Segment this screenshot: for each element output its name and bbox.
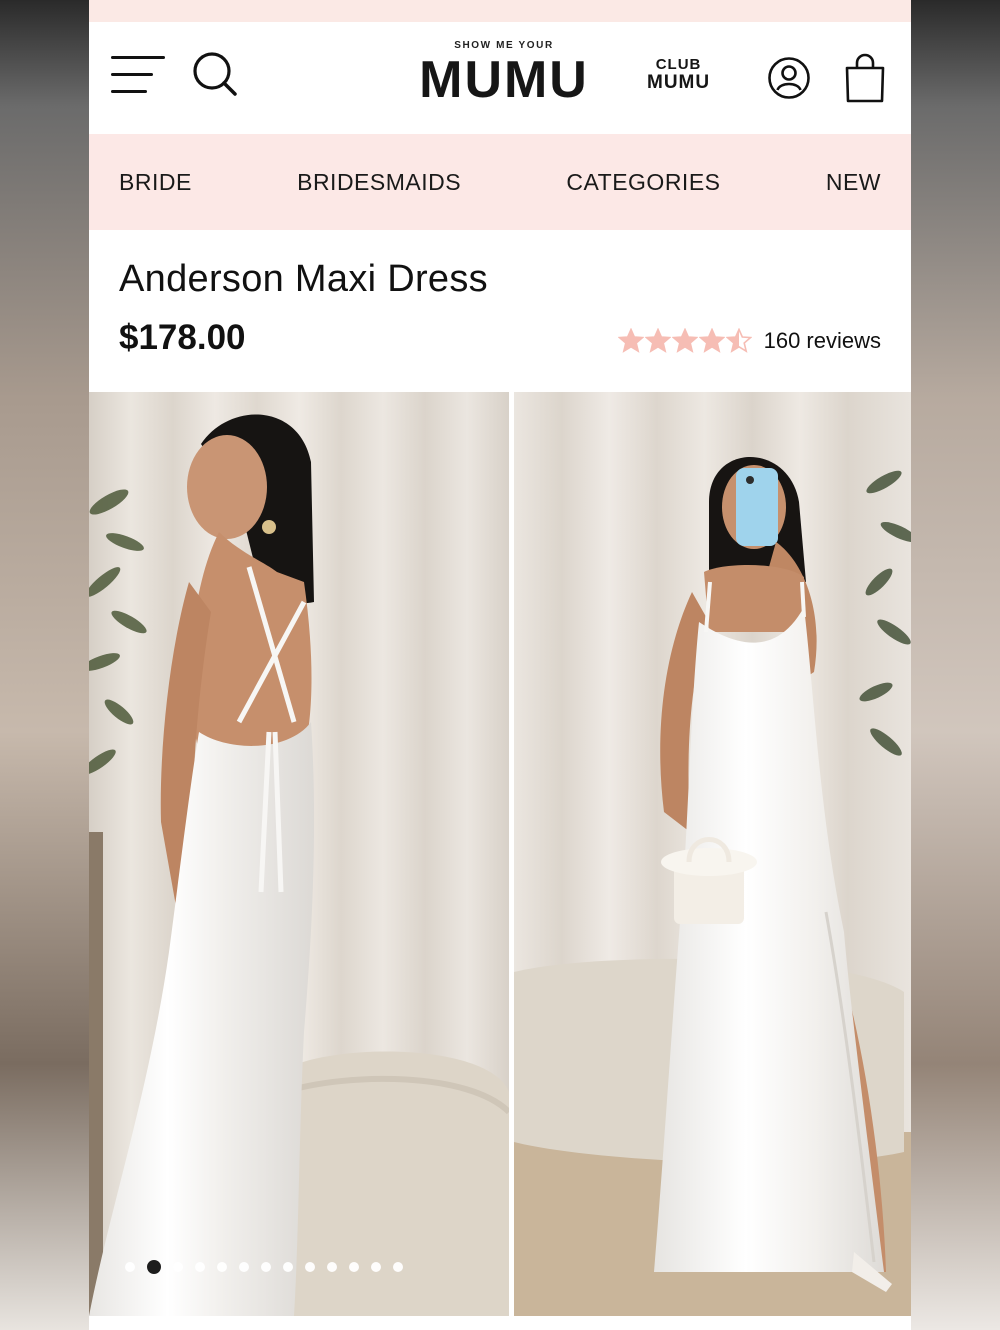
gallery-dot[interactable] bbox=[371, 1262, 381, 1272]
brand-tagline: SHOW ME YOUR bbox=[454, 40, 554, 51]
gallery-dot[interactable] bbox=[327, 1262, 337, 1272]
star-icon bbox=[698, 328, 725, 353]
nav-item-categories[interactable]: CATEGORIES bbox=[566, 169, 720, 196]
top-banner-strip bbox=[89, 0, 911, 22]
gallery-dot[interactable] bbox=[173, 1262, 183, 1272]
product-info: Anderson Maxi Dress $178.00 160 reviews bbox=[89, 230, 911, 392]
star-icon bbox=[617, 328, 644, 353]
star-icon bbox=[671, 328, 698, 353]
model-front-mirror-selfie-image[interactable] bbox=[514, 392, 911, 1316]
site-header: SHOW ME YOUR MUMU CLUB MUMU bbox=[89, 22, 911, 134]
star-icon bbox=[644, 328, 671, 353]
rating-stars bbox=[617, 328, 752, 354]
background-blur-right bbox=[911, 0, 1000, 1330]
gallery-dot[interactable] bbox=[305, 1262, 315, 1272]
gallery-dot[interactable] bbox=[349, 1262, 359, 1272]
gallery-dot[interactable] bbox=[147, 1260, 161, 1274]
gallery-dot[interactable] bbox=[283, 1262, 293, 1272]
mobile-page: SHOW ME YOUR MUMU CLUB MUMU BRIDE BRIDES… bbox=[89, 0, 911, 1330]
star-icon bbox=[725, 328, 752, 353]
search-icon[interactable] bbox=[191, 50, 239, 98]
brand-name: MUMU bbox=[419, 51, 589, 109]
nav-item-bridesmaids[interactable]: BRIDESMAIDS bbox=[297, 169, 461, 196]
hamburger-menu-icon[interactable] bbox=[111, 56, 165, 96]
gallery-dot[interactable] bbox=[125, 1262, 135, 1272]
gallery-pagination-dots bbox=[125, 1260, 403, 1274]
club-mumu-link[interactable]: CLUB MUMU bbox=[647, 56, 710, 92]
model-back-view-image[interactable] bbox=[89, 392, 509, 1316]
background-blur-left bbox=[0, 0, 89, 1330]
gallery-dot[interactable] bbox=[393, 1262, 403, 1272]
gallery-dot[interactable] bbox=[217, 1262, 227, 1272]
gallery-dot[interactable] bbox=[239, 1262, 249, 1272]
reviews-count-link[interactable]: 160 reviews bbox=[764, 328, 881, 354]
nav-item-bride[interactable]: BRIDE bbox=[119, 169, 192, 196]
brand-logo[interactable]: SHOW ME YOUR MUMU bbox=[419, 40, 589, 109]
shopping-bag-icon[interactable] bbox=[844, 52, 886, 104]
nav-item-new[interactable]: NEW bbox=[826, 169, 881, 196]
account-icon[interactable] bbox=[767, 56, 811, 100]
gallery-dot[interactable] bbox=[195, 1262, 205, 1272]
product-title: Anderson Maxi Dress bbox=[119, 258, 488, 300]
product-price: $178.00 bbox=[119, 318, 246, 357]
category-nav: BRIDE BRIDESMAIDS CATEGORIES NEW bbox=[89, 134, 911, 230]
club-label-bottom: MUMU bbox=[647, 72, 711, 93]
product-rating[interactable]: 160 reviews bbox=[617, 328, 881, 354]
gallery-dot[interactable] bbox=[261, 1262, 271, 1272]
product-gallery[interactable] bbox=[89, 392, 911, 1316]
